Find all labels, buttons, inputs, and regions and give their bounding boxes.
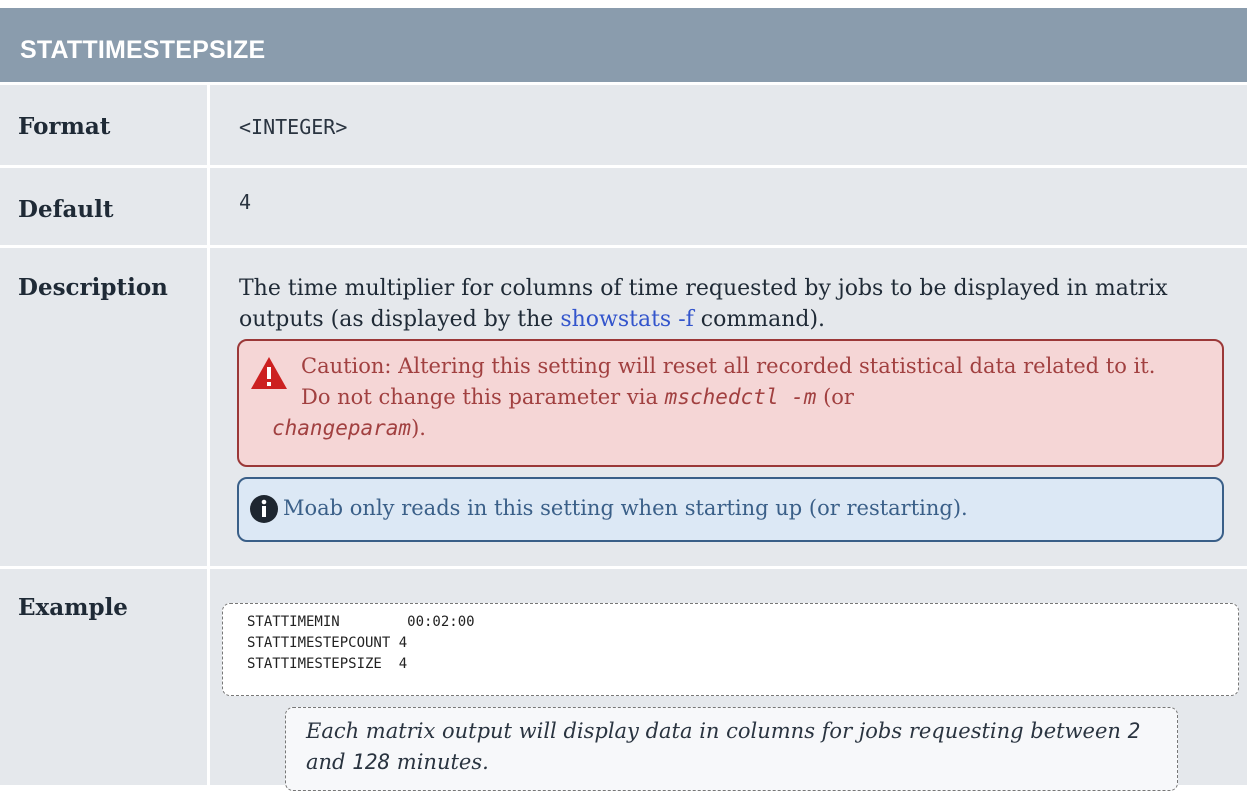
caution-end: ). [411,416,426,440]
caution-code-mschedctl: mschedctl -m [664,385,817,409]
default-label: Default [18,196,114,223]
code-line: STATTIMESTEPSIZE 4 [247,656,408,672]
caution-text: Caution: Altering this setting will rese… [301,351,1181,413]
description-text-after: command). [693,307,826,332]
example-code-block: STATTIMEMIN 00:02:00 STATTIMESTEPCOUNT 4… [222,603,1239,696]
format-value-cell: <INTEGER> [210,85,1247,165]
description-value-cell: The time multiplier for columns of time … [210,248,1247,566]
explanation-text1: Each matrix output will display data in … [306,719,1128,743]
info-circle-icon [250,495,278,523]
format-row: Format <INTEGER> [0,85,1247,165]
table-header: STATTIMESTEPSIZE [0,8,1247,85]
default-value-cell: 4 [210,168,1247,245]
code-line: STATTIMEMIN 00:02:00 [247,614,475,630]
description-text: The time multiplier for columns of time … [239,273,1219,335]
description-row: Description The time multiplier for colu… [0,248,1247,566]
example-label-cell: Example [0,569,207,785]
parameter-title: STATTIMESTEPSIZE [20,36,266,64]
default-label-cell: Default [0,168,207,245]
format-label-cell: Format [0,85,207,165]
example-explanation-box: Each matrix output will display data in … [285,707,1178,791]
example-label: Example [18,594,128,621]
description-label: Description [18,274,168,301]
caution-tail: changeparam). [272,413,1172,444]
explanation-text3: minutes. [390,750,489,774]
example-value-cell: STATTIMEMIN 00:02:00 STATTIMESTEPCOUNT 4… [210,569,1247,791]
default-row: Default 4 [0,168,1247,245]
format-value: <INTEGER> [239,115,348,139]
caution-code-changeparam: changeparam [272,416,412,440]
explanation-num1: 2 [1127,719,1141,743]
caution-mid: (or [816,385,854,409]
showstats-link[interactable]: showstats -f [560,307,693,332]
description-label-cell: Description [0,248,207,566]
format-label: Format [18,113,111,140]
code-line: STATTIMESTEPCOUNT 4 [247,635,408,651]
note-text: Moab only reads in this setting when sta… [283,496,968,520]
default-value: 4 [239,190,252,214]
note-box: Moab only reads in this setting when sta… [237,477,1224,542]
explanation-num2: 128 [352,750,391,774]
example-explanation: Each matrix output will display data in … [306,716,1166,778]
caution-box: Caution: Altering this setting will rese… [237,339,1224,467]
warning-triangle-icon [251,357,287,389]
parameter-table: STATTIMESTEPSIZE Format <INTEGER> Defaul… [0,8,1247,791]
example-row: Example STATTIMEMIN 00:02:00 STATTIMESTE… [0,569,1247,791]
explanation-text2: and [306,750,353,774]
